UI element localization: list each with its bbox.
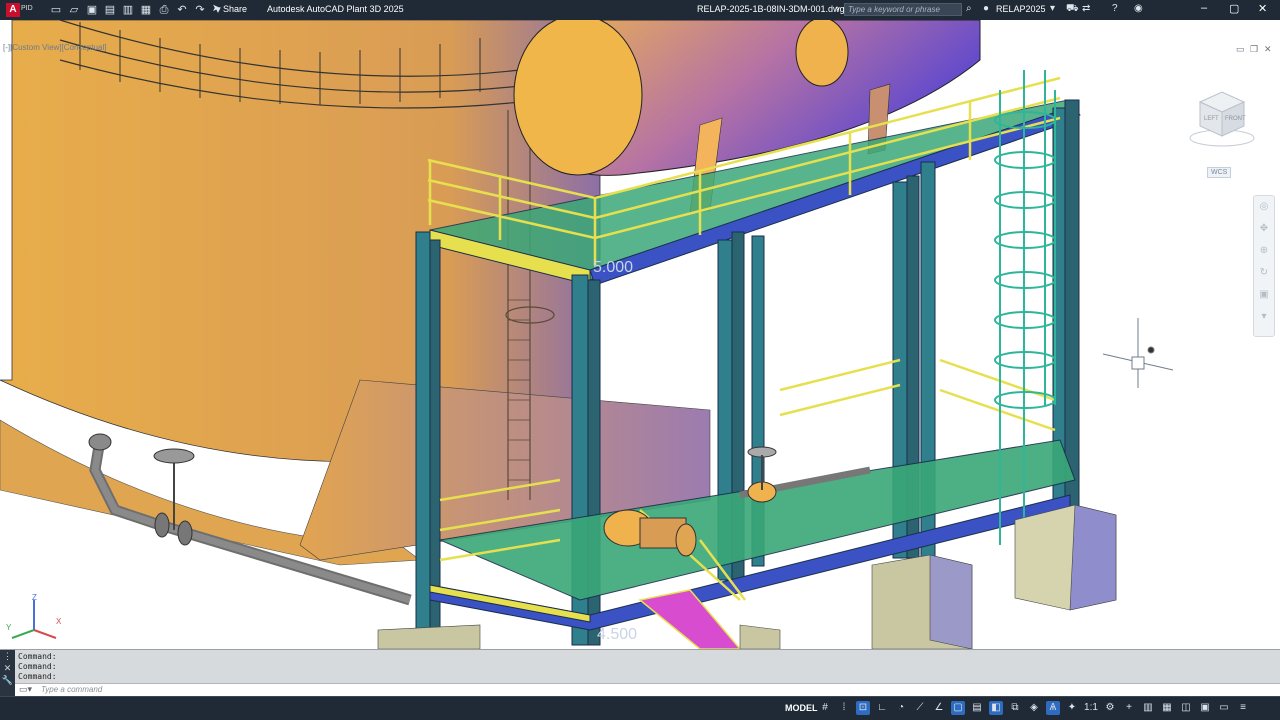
open-web-icon[interactable]: ▥ [122,4,134,16]
showmotion-icon[interactable]: ▣ [1254,284,1274,306]
command-history-line: Command: [18,672,57,681]
quick-properties-icon[interactable]: ▦ [1160,701,1174,715]
quick-access-toolbar: ▭ ▱ ▣ ▤ ▥ ▦ ⎙ ↶ ↷ ▾ [50,2,224,18]
annotation-monitor-icon[interactable]: + [1122,701,1136,715]
units-icon[interactable]: ▥ [1141,701,1155,715]
ucs-icon: Z Y X [6,593,62,639]
elevation-label-top: 5.000 [593,259,633,276]
annotation-scale[interactable]: 1:1 [1084,701,1098,715]
ucs-z-label: Z [32,593,37,602]
workspace-icon[interactable]: ⚙ [1103,701,1117,715]
viewport-restore-icon[interactable]: ❐ [1250,44,1258,55]
pan-icon[interactable]: ✥ [1254,218,1274,240]
command-line-gutter: ⋮ ✕ 🔧 [0,650,15,697]
viewcube-left-label: LEFT [1204,116,1219,122]
maximize-icon[interactable]: ▢ [1229,2,1239,15]
plant-3d-model[interactable]: 5.000 4.500 [0,20,1280,649]
command-history: Command: Command: Command: [18,652,57,682]
open-icon[interactable]: ▱ [68,4,80,16]
user-icon[interactable]: ● [983,3,989,14]
lineweight-icon[interactable]: ▤ [970,701,984,715]
command-customize-icon[interactable]: 🔧 [0,674,15,686]
stair [638,589,741,649]
viewcube-icon[interactable]: LEFT FRONT [1186,84,1256,154]
customization-icon[interactable]: ≡ [1236,701,1250,715]
wcs-menu[interactable]: WCS [1207,167,1232,178]
isodraft-icon[interactable]: ⟋ [913,701,927,715]
snap-icon[interactable]: ⁞ [837,701,851,715]
graphics-performance-icon[interactable]: ▣ [1198,701,1212,715]
status-bar: MODEL # ⁞ ⊡ ∟ ◔ ⟋ ∠ ▢ ▤ ◧ ⧉ ◈ Ѧ ✦ 1:1 ⚙ … [0,696,1280,720]
cart-icon[interactable]: ⛟ [1066,3,1079,16]
viewcube-front-label: FRONT [1225,116,1246,122]
document-title: RELAP-2025-1B-08IN-3DM-001.dwg [697,4,845,14]
navbar-more-icon[interactable]: ▾ [1254,306,1274,328]
app-logo-sub: PID [21,5,33,12]
plot-icon[interactable]: ⎙ [158,4,170,16]
object-snap-icon[interactable]: ▢ [951,701,965,715]
selection-cycling-icon[interactable]: ⧉ [1008,701,1022,715]
dynamic-input-icon[interactable]: ⊡ [856,701,870,715]
command-placeholder: Type a command [41,685,103,694]
command-grip-icon[interactable]: ⋮ [0,650,15,662]
ortho-icon[interactable]: ∟ [875,701,889,715]
help-icon[interactable]: ? [1112,3,1118,14]
status-toggles: # ⁞ ⊡ ∟ ◔ ⟋ ∠ ▢ ▤ ◧ ⧉ ◈ Ѧ ✦ 1:1 ⚙ + ▥ ▦ … [818,701,1250,715]
command-input[interactable]: ▭▾ Type a command [15,683,1280,696]
save-as-icon[interactable]: ▤ [104,4,116,16]
clean-screen-icon[interactable]: ▭ [1217,701,1231,715]
command-close-icon[interactable]: ✕ [0,662,15,674]
polar-icon[interactable]: ◔ [894,701,908,715]
undo-icon[interactable]: ↶ [176,4,188,16]
orbit-icon[interactable]: ↻ [1254,262,1274,284]
model-space-toggle[interactable]: MODEL [785,703,818,713]
user-name[interactable]: RELAP2025 [996,4,1046,14]
command-history-line: Command: [18,662,57,671]
viewport-controls-label[interactable]: [-][Custom View][Conceptual] [3,43,106,52]
app-logo[interactable]: A [6,3,20,17]
command-prompt-icon[interactable]: ▭▾ [19,684,32,695]
zoom-icon[interactable]: ⊕ [1254,240,1274,262]
new-icon[interactable]: ▭ [50,4,62,16]
viewport-close-icon[interactable]: ✕ [1264,44,1272,55]
share-icon[interactable]: ➤ [212,3,220,14]
object-snap-tracking-icon[interactable]: ∠ [932,701,946,715]
crosshair-cursor [1102,318,1174,388]
title-bar: A PID ▭ ▱ ▣ ▤ ▥ ▦ ⎙ ↶ ↷ ▾ ➤ Share Autode… [0,0,1280,20]
steering-wheel-icon[interactable]: ◎ [1254,196,1274,218]
command-line: ⋮ ✕ 🔧 Command: Command: Command: ▭▾ Type… [0,649,1280,697]
save-web-icon[interactable]: ▦ [140,4,152,16]
isolate-objects-icon[interactable]: ◫ [1179,701,1193,715]
ucs-y-label: Y [6,623,12,632]
search-icon[interactable]: ⌕ [966,3,972,14]
annotation-visibility-icon[interactable]: Ѧ [1046,701,1060,715]
transparency-icon[interactable]: ◧ [989,701,1003,715]
share-button[interactable]: Share [223,4,247,14]
3d-osnap-icon[interactable]: ◈ [1027,701,1041,715]
elevation-label-bottom: 4.500 [597,626,637,643]
navigation-bar: ◎ ✥ ⊕ ↻ ▣ ▾ [1253,195,1275,337]
redo-icon[interactable]: ↷ [194,4,206,16]
info-icon[interactable]: ◉ [1134,3,1143,14]
minimize-icon[interactable]: – [1201,2,1207,14]
command-history-line: Command: [18,652,57,661]
close-icon[interactable]: ✕ [1258,2,1267,15]
viewport-minimize-icon[interactable]: ▭ [1236,44,1245,55]
grid-icon[interactable]: # [818,701,832,715]
drawing-viewport[interactable]: 5.000 4.500 [-][Custom View][Conceptual]… [0,20,1280,649]
autodesk-app-icon[interactable]: ⇄ [1082,3,1090,14]
app-title: Autodesk AutoCAD Plant 3D 2025 [267,4,404,14]
save-icon[interactable]: ▣ [86,4,98,16]
ucs-x-label: X [56,617,62,626]
search-input[interactable]: Type a keyword or phrase [844,3,962,16]
autoscale-icon[interactable]: ✦ [1065,701,1079,715]
user-dropdown-icon[interactable]: ▾ [1050,3,1055,14]
